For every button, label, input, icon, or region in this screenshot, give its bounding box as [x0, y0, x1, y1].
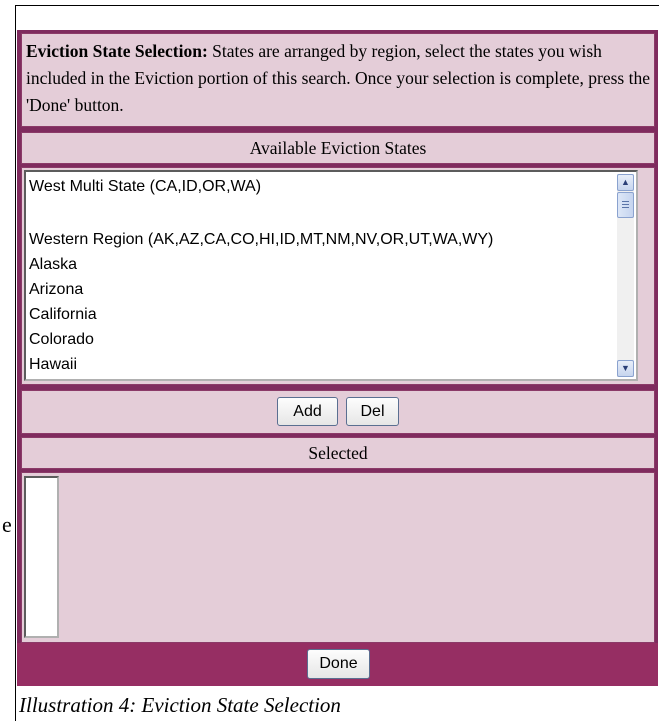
chevron-up-icon: ▲ — [621, 177, 630, 187]
list-item[interactable]: Hawaii — [29, 354, 77, 376]
list-item[interactable]: Arizona — [29, 279, 83, 301]
scroll-thumb[interactable] — [617, 192, 634, 218]
available-states-listbox[interactable]: West Multi State (CA,ID,OR,WA) Western R… — [24, 170, 638, 381]
list-item[interactable]: California — [29, 304, 97, 326]
add-button[interactable]: Add — [277, 397, 338, 426]
selected-states-listbox[interactable] — [24, 476, 59, 638]
grip-line — [622, 201, 629, 202]
done-button[interactable]: Done — [307, 649, 370, 679]
add-del-buttons-row — [21, 390, 655, 434]
stray-text: e — [2, 512, 12, 537]
listbox-scrollbar[interactable]: ▲ ▼ — [617, 174, 634, 377]
scroll-up-button[interactable]: ▲ — [617, 174, 634, 191]
illustration-caption: Illustration 4: Eviction State Selection — [19, 693, 341, 717]
del-button[interactable]: Del — [346, 397, 399, 426]
intro-title: Eviction State Selection: — [26, 41, 208, 61]
chevron-down-icon: ▼ — [621, 363, 630, 373]
list-item[interactable]: Colorado — [29, 329, 94, 351]
selected-header: Selected — [21, 437, 655, 469]
list-item[interactable]: Alaska — [29, 254, 77, 276]
selected-states-cell — [21, 472, 655, 643]
grip-line — [622, 207, 629, 208]
intro-text: Eviction State Selection: States are arr… — [21, 33, 655, 127]
list-item[interactable]: Western Region (AK,AZ,CA,CO,HI,ID,MT,NM,… — [29, 229, 493, 251]
available-states-header: Available Eviction States — [21, 132, 655, 164]
scroll-down-button[interactable]: ▼ — [617, 360, 634, 377]
grip-line — [622, 204, 629, 205]
list-item[interactable]: West Multi State (CA,ID,OR,WA) — [29, 176, 261, 198]
